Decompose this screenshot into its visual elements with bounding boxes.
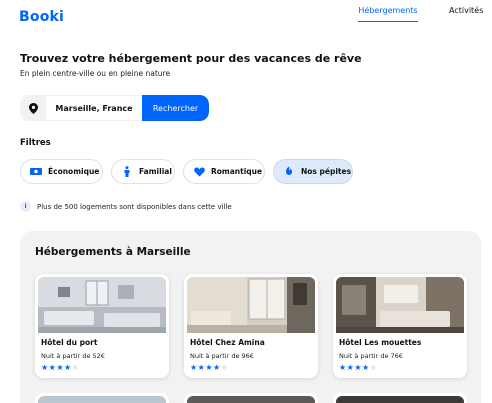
filter-romantique[interactable]: Romantique <box>183 159 265 184</box>
search-input[interactable]: Marseille, France <box>46 95 142 121</box>
filter-label: Romantique <box>211 167 263 176</box>
star-icon: ★ <box>71 363 80 372</box>
listing-photo <box>336 277 464 333</box>
star-icon: ★ <box>220 363 229 372</box>
page-subtitle: En plein centre-ville ou en pleine natur… <box>20 69 171 78</box>
listing-card[interactable]: Hôtel du port Nuit à partir de 52€ ★★★★★ <box>35 274 169 378</box>
star-icon: ★ <box>339 363 347 372</box>
star-icon: ★ <box>369 363 378 372</box>
info-icon: i <box>20 201 31 212</box>
page-title: Trouvez votre hébergement pour des vacan… <box>20 52 362 65</box>
filter-familial[interactable]: Familial <box>111 159 175 184</box>
search-button[interactable]: Rechercher <box>142 95 209 121</box>
listing-photo <box>187 396 315 403</box>
listing-price: Nuit à partir de 96€ <box>190 352 254 360</box>
star-icon: ★ <box>190 363 198 372</box>
star-icon: ★ <box>56 363 65 372</box>
location-pin-icon <box>20 95 46 121</box>
listing-card-partial[interactable] <box>333 393 467 403</box>
filter-label: Familial <box>139 167 172 176</box>
star-icon: ★ <box>205 363 214 372</box>
star-icon: ★ <box>41 363 49 372</box>
listing-photo <box>336 396 464 403</box>
nav-hebergements[interactable]: Hébergements <box>358 6 418 22</box>
person-icon <box>121 166 133 178</box>
listing-name: Hôtel Les mouettes <box>339 338 422 347</box>
listings-panel: Hébergements à Marseille Hôtel du port N… <box>20 231 481 403</box>
listing-rating: ★★★★★ <box>41 363 79 372</box>
listing-photo <box>187 277 315 333</box>
hand-icon <box>283 166 295 178</box>
search-bar: Marseille, France Rechercher <box>20 95 209 121</box>
nav-activites[interactable]: Activités <box>449 6 483 15</box>
star-icon: ★ <box>64 363 72 372</box>
info-text: Plus de 500 logements sont disponibles d… <box>37 202 232 211</box>
heart-icon <box>193 166 205 178</box>
filter-economique[interactable]: Économique <box>20 159 103 184</box>
listing-rating: ★★★★★ <box>190 363 228 372</box>
listing-name: Hôtel du port <box>41 338 98 347</box>
listing-card[interactable]: Hôtel Chez Amina Nuit à partir de 96€ ★★… <box>184 274 318 378</box>
listing-price: Nuit à partir de 52€ <box>41 352 105 360</box>
money-icon <box>30 166 42 178</box>
filter-label: Nos pépites <box>301 167 352 176</box>
star-icon: ★ <box>362 363 370 372</box>
info-message: i Plus de 500 logements sont disponibles… <box>20 201 232 212</box>
listing-card-partial[interactable] <box>35 393 169 403</box>
listing-card[interactable]: Hôtel Les mouettes Nuit à partir de 76€ … <box>333 274 467 378</box>
listing-card-partial[interactable] <box>184 393 318 403</box>
listing-photo <box>38 277 166 333</box>
listing-name: Hôtel Chez Amina <box>190 338 265 347</box>
listings-title: Hébergements à Marseille <box>35 246 191 258</box>
listing-price: Nuit à partir de 76€ <box>339 352 403 360</box>
star-icon: ★ <box>213 363 221 372</box>
booki-logo[interactable]: Booki <box>19 9 64 25</box>
filter-label: Économique <box>48 167 100 176</box>
listing-rating: ★★★★★ <box>339 363 377 372</box>
star-icon: ★ <box>354 363 363 372</box>
filters-heading: Filtres <box>20 138 51 148</box>
listing-photo <box>38 396 166 403</box>
filter-nos-pepites[interactable]: Nos pépites <box>273 159 353 184</box>
